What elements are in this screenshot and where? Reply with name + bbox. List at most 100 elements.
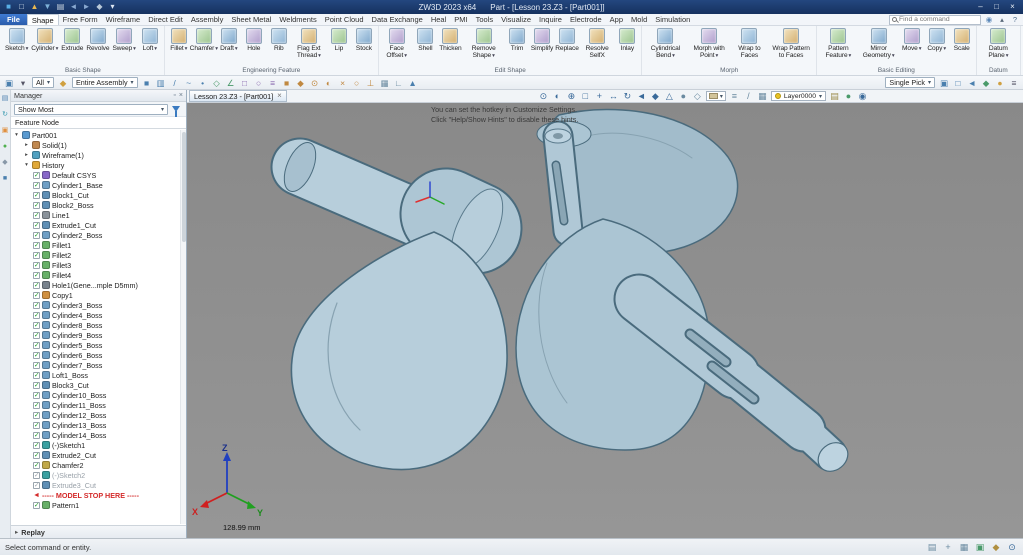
filter-point-icon[interactable]: • — [197, 77, 209, 89]
dropdown-arrow-icon[interactable]: ▾ — [919, 46, 922, 52]
feature-checkbox[interactable]: ✓ — [33, 482, 40, 489]
feature-checkbox[interactable]: ✓ — [33, 452, 40, 459]
perspective-icon[interactable]: △ — [664, 91, 675, 102]
expander-icon[interactable]: ▾ — [23, 162, 30, 168]
tree-item-extrude3-cut[interactable]: ✓Extrude3_Cut — [11, 480, 186, 490]
feature-checkbox[interactable]: ✓ — [33, 372, 40, 379]
feature-checkbox[interactable]: ✓ — [33, 472, 40, 479]
dropdown-arrow-icon[interactable]: ▾ — [492, 53, 495, 59]
morph-with-point-button[interactable]: Morph with Point▾ — [687, 27, 730, 61]
tree-item-cylinder12-boss[interactable]: ✓Cylinder12_Boss — [11, 410, 186, 420]
tree-item-cylinder1-base[interactable]: ✓Cylinder1_Base — [11, 180, 186, 190]
dropdown-arrow-icon[interactable]: ▾ — [715, 53, 718, 59]
new-file-icon[interactable]: □ — [16, 1, 27, 13]
feature-checkbox[interactable]: ✓ — [33, 352, 40, 359]
expander-icon[interactable]: ▸ — [23, 142, 30, 148]
chamfer-button[interactable]: Chamfer▾ — [192, 27, 216, 53]
feature-checkbox[interactable]: ✓ — [33, 202, 40, 209]
inlay-button[interactable]: Inlay — [615, 27, 639, 53]
dropdown-arrow-icon[interactable]: ▾ — [849, 53, 852, 59]
dropdown-arrow-icon[interactable]: ▾ — [404, 53, 407, 59]
feature-checkbox[interactable]: ✓ — [33, 402, 40, 409]
feature-checkbox[interactable]: ✓ — [33, 232, 40, 239]
scope-icon[interactable]: ◆ — [57, 77, 69, 89]
crankshaft-model[interactable] — [278, 109, 854, 477]
close-panel-icon[interactable]: × — [179, 91, 183, 100]
stock-button[interactable]: Stock — [352, 27, 376, 53]
menu-shape[interactable]: Shape — [27, 14, 59, 25]
snap-intersection-icon[interactable]: × — [337, 77, 349, 89]
menu-app[interactable]: App — [606, 14, 627, 25]
feature-checkbox[interactable]: ✓ — [33, 362, 40, 369]
tree-item-block2-boss[interactable]: ✓Block2_Boss — [11, 200, 186, 210]
thicken-button[interactable]: Thicken — [438, 27, 462, 53]
visual-manager-tab-icon[interactable]: ● — [3, 143, 7, 150]
scale-button[interactable]: Scale — [950, 27, 974, 53]
tree-item-cylinder13-boss[interactable]: ✓Cylinder13_Boss — [11, 420, 186, 430]
feature-checkbox[interactable]: ✓ — [33, 412, 40, 419]
grid-display-icon[interactable]: ▦ — [757, 91, 768, 102]
pick-box-icon[interactable]: □ — [239, 77, 251, 89]
feature-checkbox[interactable]: ✓ — [33, 422, 40, 429]
file-browser-tab-icon[interactable]: ■ — [3, 175, 7, 182]
menu-tools[interactable]: Tools — [472, 14, 498, 25]
zoom-window-icon[interactable]: □ — [580, 91, 591, 102]
rotate-view-icon[interactable]: ↻ — [622, 91, 633, 102]
feature-checkbox[interactable]: ✓ — [33, 182, 40, 189]
pick-mode-select[interactable]: Single Pick — [885, 77, 935, 88]
float-panel-icon[interactable]: ▫ — [173, 91, 175, 100]
feature-checkbox[interactable]: ✓ — [33, 322, 40, 329]
tree-scrollbar[interactable] — [180, 130, 186, 524]
tree-item-default-csys[interactable]: ✓Default CSYS — [11, 170, 186, 180]
feature-checkbox[interactable]: ✓ — [33, 342, 40, 349]
zoom-all-icon[interactable]: ⊕ — [566, 91, 577, 102]
grid-toggle-icon[interactable]: ▣ — [974, 542, 986, 553]
previous-view-icon[interactable]: ◄ — [636, 91, 647, 102]
snap-quadrant-icon[interactable]: ◐ — [323, 77, 335, 89]
zoom-in-out-icon[interactable]: + — [594, 91, 605, 102]
fillet-button[interactable]: Fillet▾ — [167, 27, 191, 53]
tree-item-cylinder10-boss[interactable]: ✓Cylinder10_Boss — [11, 390, 186, 400]
menu-mold[interactable]: Mold — [627, 14, 651, 25]
tree-item-line1[interactable]: ✓Line1 — [11, 210, 186, 220]
menu-data-exchange[interactable]: Data Exchange — [368, 14, 427, 25]
feature-checkbox[interactable]: ✓ — [33, 312, 40, 319]
dropdown-arrow-icon[interactable]: ▾ — [943, 46, 946, 52]
model-stop-marker[interactable]: ◄----- MODEL STOP HERE ----- — [11, 490, 186, 500]
tree-item-loft1-boss[interactable]: ✓Loft1_Boss — [11, 370, 186, 380]
assembly-tab-icon[interactable]: ▣ — [2, 127, 9, 134]
snap-perpendicular-icon[interactable]: ⊥ — [365, 77, 377, 89]
filter-face-icon[interactable]: ▥ — [155, 77, 167, 89]
tree-item-cylinder2-boss[interactable]: ✓Cylinder2_Boss — [11, 230, 186, 240]
open-file-icon[interactable]: ▲ — [29, 1, 40, 13]
dropdown-arrow-icon[interactable]: ▾ — [1006, 53, 1009, 59]
weld-filter-icon[interactable]: ▲ — [407, 77, 419, 89]
draft-button[interactable]: Draft▾ — [217, 27, 241, 53]
tree-item-wireframe-1[interactable]: ▸Wireframe(1) — [11, 150, 186, 160]
tree-item-cylinder7-boss[interactable]: ✓Cylinder7_Boss — [11, 360, 186, 370]
show-filter-select[interactable]: Show Most — [14, 104, 168, 115]
tree-item-cylinder8-boss[interactable]: ✓Cylinder8_Boss — [11, 320, 186, 330]
customize-quick-access-icon[interactable]: ▾ — [107, 1, 118, 13]
model-canvas[interactable]: You can set the hotkey in Customize Sett… — [187, 103, 1023, 538]
expander-icon[interactable]: ▾ — [13, 132, 20, 138]
tree-item-copy1[interactable]: ✓Copy1 — [11, 290, 186, 300]
tree-item-chamfer2[interactable]: ✓Chamfer2 — [11, 460, 186, 470]
face-offset-button[interactable]: Face Offset▾ — [381, 27, 412, 61]
feature-checkbox[interactable]: ✓ — [33, 252, 40, 259]
dropdown-arrow-icon[interactable]: ▾ — [185, 46, 188, 52]
tree-item-fillet3[interactable]: ✓Fillet3 — [11, 260, 186, 270]
filter-select[interactable]: All — [32, 77, 54, 88]
tree-item-hole1-gene-mple-d5mm[interactable]: ✓Hole1(Gene...mple D5mm) — [11, 280, 186, 290]
feature-checkbox[interactable]: ✓ — [33, 382, 40, 389]
snap-mid-icon[interactable]: ◆ — [295, 77, 307, 89]
tree-item-solid-1[interactable]: ▸Solid(1) — [11, 140, 186, 150]
sweep-button[interactable]: Sweep▾ — [111, 27, 136, 53]
standard-views-icon[interactable]: ◆ — [650, 91, 661, 102]
filter-funnel-icon[interactable] — [172, 106, 180, 112]
help-icon[interactable]: ? — [1010, 15, 1020, 25]
scope-select[interactable]: Entire Assembly — [72, 77, 138, 88]
tree-item-history[interactable]: ▾History — [11, 160, 186, 170]
tree-item-cylinder5-boss[interactable]: ✓Cylinder5_Boss — [11, 340, 186, 350]
feature-checkbox[interactable]: ✓ — [33, 282, 40, 289]
